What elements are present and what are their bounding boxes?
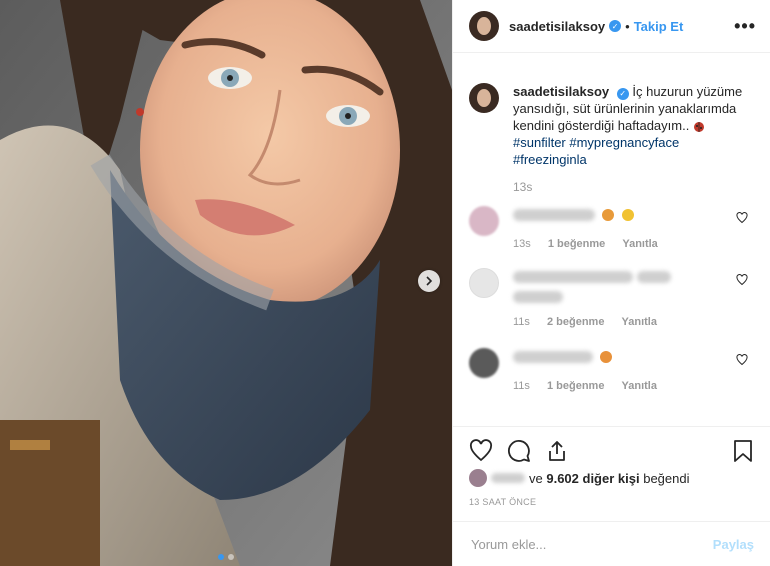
comment-meta: 11s 1 beğenme Yanıtla	[513, 380, 723, 392]
comment-time: 11s	[513, 316, 530, 328]
avatar[interactable]	[469, 83, 499, 113]
avatar[interactable]	[469, 11, 499, 41]
follow-button[interactable]: Takip Et	[634, 19, 684, 34]
avatar[interactable]	[469, 348, 499, 378]
liker-username-blurred[interactable]	[491, 473, 525, 483]
carousel-dot	[228, 554, 234, 560]
selfie-image	[0, 0, 452, 566]
heart-icon[interactable]	[736, 274, 748, 286]
instagram-post: saadetisilaksoy ✓ • Takip Et ••• saadeti…	[0, 0, 770, 566]
reply-button[interactable]: Yanıtla	[622, 316, 657, 328]
caption: saadetisilaksoy ✓ İç huzurun yüzüme yans…	[453, 53, 770, 168]
verified-icon: ✓	[609, 20, 622, 32]
hashtag-link[interactable]: #freezinginla	[513, 152, 587, 167]
share-icon[interactable]	[545, 439, 569, 463]
next-photo-button[interactable]	[418, 270, 440, 292]
comment-likes[interactable]: 1 beğenme	[548, 238, 605, 250]
avatar[interactable]	[469, 469, 487, 487]
chevron-right-icon	[426, 276, 433, 286]
comments-section[interactable]: saadetisilaksoy ✓ İç huzurun yüzüme yans…	[453, 53, 770, 425]
post-header: saadetisilaksoy ✓ • Takip Et •••	[453, 0, 770, 53]
comment-text-blurred	[513, 270, 633, 283]
add-comment-bar: Paylaş	[453, 521, 770, 566]
action-icons	[469, 433, 754, 469]
post-photo[interactable]	[0, 0, 452, 566]
carousel-dots	[0, 554, 452, 560]
likes-connector: ve	[529, 470, 543, 486]
post-sidebar: saadetisilaksoy ✓ • Takip Et ••• saadeti…	[452, 0, 770, 566]
more-options-icon[interactable]: •••	[734, 16, 756, 37]
emoji-icon	[600, 350, 613, 363]
comment-input[interactable]	[469, 535, 713, 553]
heart-icon[interactable]	[469, 439, 493, 463]
header-username[interactable]: saadetisilaksoy	[509, 19, 605, 34]
comment-username-blurred[interactable]	[513, 350, 593, 363]
carousel-dot	[218, 554, 224, 560]
reply-button[interactable]: Yanıtla	[622, 238, 657, 250]
comment-item: 13s 1 beğenme Yanıtla	[453, 206, 770, 250]
comment-item: 11s 2 beğenme Yanıtla	[453, 268, 770, 328]
post-comment-button[interactable]: Paylaş	[713, 537, 754, 552]
likes-suffix: beğendi	[643, 470, 690, 486]
ladybug-icon	[693, 121, 704, 132]
comment-meta: 13s 1 beğenme Yanıtla	[513, 238, 723, 250]
hashtag-link[interactable]: #mypregnancyface	[569, 135, 679, 150]
avatar[interactable]	[469, 268, 499, 298]
post-timestamp: 13 SAAT ÖNCE	[469, 497, 537, 507]
avatar[interactable]	[469, 206, 499, 236]
caption-text: saadetisilaksoy ✓ İç huzurun yüzüme yans…	[513, 83, 743, 168]
comment-meta: 11s 2 beğenme Yanıtla	[513, 316, 723, 328]
comment-time: 11s	[513, 380, 530, 392]
caption-time: 13s	[513, 180, 533, 194]
comment-item: 11s 1 beğenme Yanıtla	[453, 348, 770, 392]
verified-icon: ✓	[616, 87, 629, 100]
post-actions: ve 9.602 diğer kişi beğendi 13 SAAT ÖNCE	[453, 426, 770, 507]
comment-username-blurred[interactable]	[513, 208, 595, 221]
heart-icon[interactable]	[736, 212, 748, 224]
emoji-icon	[621, 208, 634, 221]
likes-count[interactable]: 9.602 diğer kişi	[546, 471, 639, 486]
comment-text-blurred	[513, 290, 563, 303]
reply-button[interactable]: Yanıtla	[622, 380, 657, 392]
comment-icon[interactable]	[507, 439, 531, 463]
heart-icon[interactable]	[736, 354, 748, 366]
comment-text-blurred	[637, 270, 672, 283]
comment-likes[interactable]: 1 beğenme	[547, 380, 604, 392]
caption-username[interactable]: saadetisilaksoy	[513, 84, 609, 99]
comment-time: 13s	[513, 238, 531, 250]
hashtag-link[interactable]: #sunfilter	[513, 135, 566, 150]
bookmark-icon[interactable]	[732, 439, 754, 463]
comment-likes[interactable]: 2 beğenme	[547, 316, 604, 328]
emoji-icon	[602, 208, 615, 221]
header-separator: •	[625, 18, 630, 34]
likes-summary: ve 9.602 diğer kişi beğendi	[469, 469, 754, 487]
